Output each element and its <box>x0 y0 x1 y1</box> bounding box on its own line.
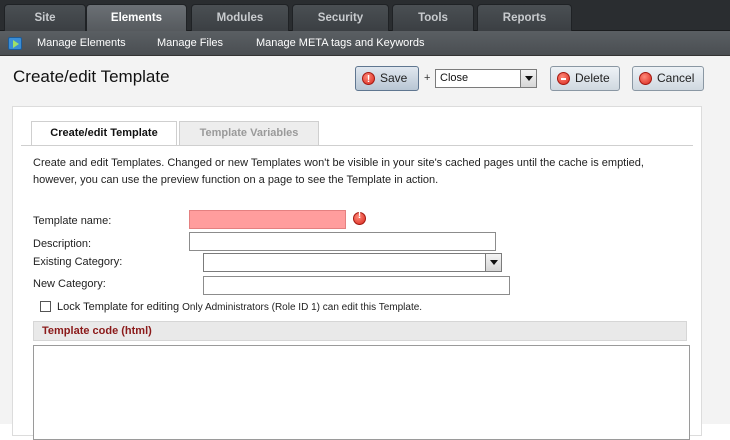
template-name-label: Template name: <box>33 215 112 227</box>
description-label: Description: <box>33 238 92 250</box>
lock-template-label: Lock Template for editing Only Administr… <box>57 301 422 313</box>
lock-template-checkbox[interactable] <box>40 301 51 312</box>
after-save-value: Close <box>440 72 469 84</box>
nav-manage-elements[interactable]: Manage Elements <box>37 37 126 49</box>
tab-reports[interactable]: Reports <box>477 4 572 31</box>
lock-note-text: Only Administrators (Role ID 1) can edit… <box>182 302 423 313</box>
editor-panel: Create/edit Template Template Variables … <box>12 106 702 440</box>
tab-security[interactable]: Security <box>292 4 389 31</box>
new-category-label: New Category: <box>33 278 106 290</box>
after-save-select[interactable]: Close <box>435 69 537 88</box>
sub-nav-bar: Manage Elements Manage Files Manage META… <box>0 31 730 56</box>
chevron-down-icon[interactable] <box>520 70 536 87</box>
delete-button[interactable]: Delete <box>550 66 620 91</box>
description-input[interactable] <box>189 232 496 251</box>
tab-elements[interactable]: Elements <box>86 4 187 32</box>
tab-divider <box>21 145 693 146</box>
template-code-header: Template code (html) <box>33 321 687 341</box>
delete-label: Delete <box>575 71 610 85</box>
template-name-input[interactable] <box>189 210 346 229</box>
save-button[interactable]: Save <box>355 66 419 91</box>
cancel-button[interactable]: Cancel <box>632 66 704 91</box>
plus-sign: + <box>424 72 431 84</box>
description-text: Create and edit Templates. Changed or ne… <box>33 157 644 186</box>
lock-label-text: Lock Template for editing <box>57 301 180 313</box>
elements-icon <box>8 37 22 50</box>
chevron-down-icon[interactable] <box>485 254 501 271</box>
delete-icon <box>557 72 570 85</box>
existing-category-select[interactable] <box>203 253 502 272</box>
tab-create-edit-template[interactable]: Create/edit Template <box>31 121 177 146</box>
top-nav-bar: Site Elements Modules Security Tools Rep… <box>0 0 730 32</box>
tab-tools[interactable]: Tools <box>392 4 474 31</box>
cancel-label: Cancel <box>657 71 695 85</box>
nav-manage-files[interactable]: Manage Files <box>157 37 223 49</box>
tab-site[interactable]: Site <box>4 4 86 31</box>
nav-manage-meta[interactable]: Manage META tags and Keywords <box>256 37 425 49</box>
error-icon <box>353 210 366 225</box>
existing-category-label: Existing Category: <box>33 256 123 268</box>
save-label: Save <box>380 71 408 85</box>
page-title: Create/edit Template <box>13 67 170 86</box>
save-icon <box>362 68 375 91</box>
new-category-input[interactable] <box>203 276 510 295</box>
tab-template-variables[interactable]: Template Variables <box>179 121 319 145</box>
tab-modules[interactable]: Modules <box>191 4 289 31</box>
template-code-textarea[interactable] <box>33 345 690 440</box>
cancel-icon <box>639 72 652 85</box>
main-content: Create/edit Template Save + Close Delete… <box>0 56 730 440</box>
